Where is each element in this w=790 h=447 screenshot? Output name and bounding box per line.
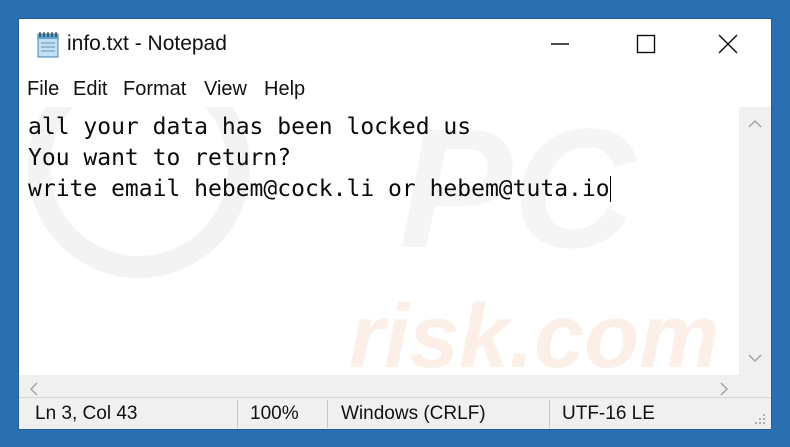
resize-grip-icon[interactable] bbox=[753, 412, 767, 426]
menu-edit[interactable]: Edit bbox=[73, 78, 107, 101]
text-line-2: You want to return? bbox=[28, 145, 292, 171]
status-divider bbox=[327, 400, 328, 428]
menu-view[interactable]: View bbox=[204, 78, 247, 101]
notepad-icon bbox=[37, 32, 59, 58]
text-editor[interactable]: PC risk.com all your data has been locke… bbox=[19, 107, 739, 375]
status-bar: Ln 3, Col 43 100% Windows (CRLF) UTF-16 … bbox=[19, 397, 771, 429]
scroll-up-icon[interactable] bbox=[748, 119, 762, 129]
scroll-down-icon[interactable] bbox=[748, 353, 762, 363]
menu-bar: File Edit Format View Help bbox=[19, 75, 771, 105]
notepad-window: info.txt - Notepad File Edit Format View… bbox=[18, 18, 772, 430]
text-caret bbox=[609, 176, 611, 202]
status-position: Ln 3, Col 43 bbox=[35, 403, 138, 424]
status-divider bbox=[237, 400, 238, 428]
window-title: info.txt - Notepad bbox=[67, 32, 227, 55]
maximize-button[interactable] bbox=[603, 19, 689, 69]
watermark-text: risk.com bbox=[349, 287, 719, 375]
status-encoding: UTF-16 LE bbox=[562, 403, 655, 424]
scroll-left-icon[interactable] bbox=[29, 382, 39, 396]
status-divider bbox=[549, 400, 550, 428]
scroll-right-icon[interactable] bbox=[719, 382, 729, 396]
close-button[interactable] bbox=[685, 19, 771, 69]
title-bar[interactable]: info.txt - Notepad bbox=[19, 19, 771, 69]
text-line-3-content: write email hebem@cock.li or hebem@tuta.… bbox=[28, 176, 610, 202]
close-icon bbox=[718, 34, 738, 54]
maximize-icon bbox=[636, 34, 656, 54]
text-line-3: write email hebem@cock.li or hebem@tuta.… bbox=[28, 174, 611, 204]
text-line-1: all your data has been locked us bbox=[28, 114, 472, 140]
menu-format[interactable]: Format bbox=[123, 78, 186, 101]
vertical-scrollbar[interactable] bbox=[739, 107, 771, 375]
status-zoom: 100% bbox=[250, 403, 299, 424]
menu-file[interactable]: File bbox=[27, 78, 59, 101]
status-line-ending: Windows (CRLF) bbox=[341, 403, 486, 424]
minimize-button[interactable] bbox=[517, 19, 603, 69]
menu-help[interactable]: Help bbox=[264, 78, 305, 101]
minimize-icon bbox=[551, 43, 569, 45]
